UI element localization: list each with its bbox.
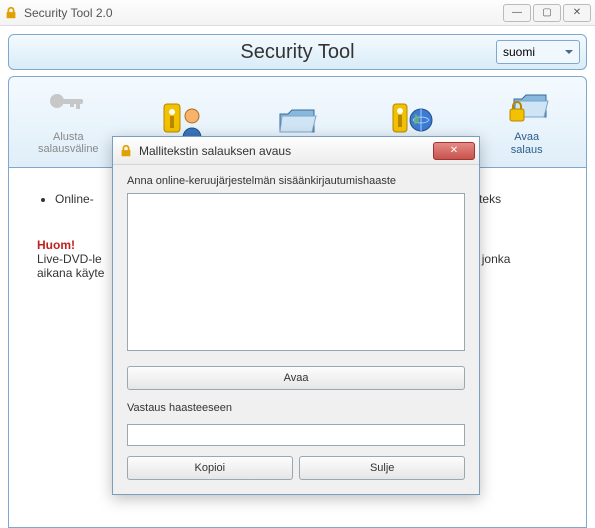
challenge-textarea[interactable] bbox=[127, 193, 465, 351]
language-select[interactable]: suomi bbox=[496, 40, 580, 64]
toolbar-alusta[interactable]: Alusta salausväline bbox=[15, 83, 121, 161]
close-window-button[interactable]: ✕ bbox=[563, 4, 591, 22]
dialog-title: Mallitekstin salauksen avaus bbox=[139, 144, 291, 158]
app-header: Security Tool suomi bbox=[8, 34, 587, 70]
dialog-titlebar: Mallitekstin salauksen avaus ✕ bbox=[113, 137, 479, 165]
lock-icon bbox=[119, 144, 133, 158]
window-titlebar: Security Tool 2.0 — ▢ ✕ bbox=[0, 0, 595, 26]
key-grey-icon bbox=[45, 88, 91, 127]
decrypt-dialog: Mallitekstin salauksen avaus ✕ Anna onli… bbox=[112, 136, 480, 495]
response-input[interactable] bbox=[127, 424, 465, 446]
toolbar-avaa-label: Avaa salaus bbox=[511, 131, 543, 156]
dialog-body: Anna online-keruujärjestelmän sisäänkirj… bbox=[113, 165, 479, 494]
copy-button[interactable]: Kopioi bbox=[127, 456, 293, 480]
toolbar-avaa[interactable]: Avaa salaus bbox=[474, 83, 580, 161]
lock-folder-icon bbox=[504, 87, 550, 127]
folder-icon bbox=[274, 100, 320, 140]
challenge-prompt-label: Anna online-keruujärjestelmän sisäänkirj… bbox=[127, 175, 465, 187]
key-user-icon bbox=[160, 100, 206, 140]
lock-icon bbox=[4, 6, 18, 20]
key-globe-icon bbox=[389, 100, 435, 140]
dialog-close-button[interactable]: ✕ bbox=[433, 142, 475, 160]
toolbar-alusta-label: Alusta salausväline bbox=[38, 131, 99, 156]
response-label: Vastaus haasteeseen bbox=[127, 402, 465, 414]
maximize-button[interactable]: ▢ bbox=[533, 4, 561, 22]
language-value: suomi bbox=[503, 45, 535, 59]
window-title: Security Tool 2.0 bbox=[24, 6, 113, 20]
open-button[interactable]: Avaa bbox=[127, 366, 465, 390]
close-button[interactable]: Sulje bbox=[299, 456, 465, 480]
minimize-button[interactable]: — bbox=[503, 4, 531, 22]
